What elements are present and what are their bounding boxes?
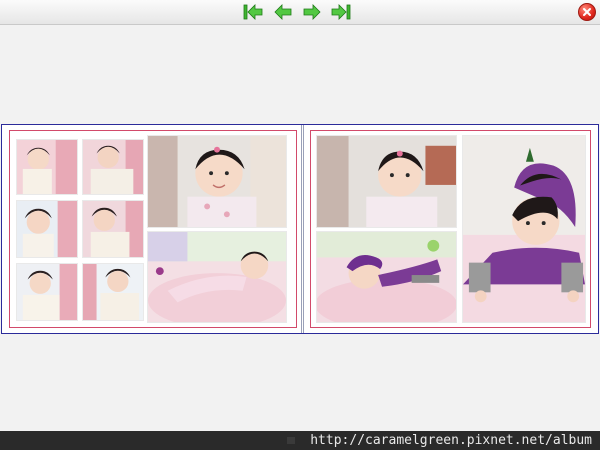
- photo-large[interactable]: [147, 135, 287, 228]
- album-url-link[interactable]: http://caramelgreen.pixnet.net/album: [310, 432, 592, 449]
- previous-page-button[interactable]: [272, 2, 294, 22]
- photo-thumbnail[interactable]: [16, 139, 78, 195]
- first-page-button[interactable]: [242, 2, 264, 22]
- url-bar-marker: [287, 437, 295, 444]
- close-icon: [583, 8, 591, 16]
- album-right-page[interactable]: [303, 125, 598, 333]
- next-page-button[interactable]: [301, 2, 323, 22]
- photo-thumbnail[interactable]: [82, 139, 144, 195]
- photo-thumbnail[interactable]: [82, 263, 144, 321]
- album-left-page[interactable]: [2, 125, 302, 333]
- next-page-icon: [303, 4, 321, 20]
- last-page-button[interactable]: [330, 2, 352, 22]
- last-page-icon: [331, 4, 351, 20]
- photo-thumbnail[interactable]: [82, 200, 144, 258]
- navigation-bar: [0, 0, 600, 25]
- photo-large[interactable]: [147, 231, 287, 323]
- photo-album-spread: [1, 124, 599, 334]
- photo-thumbnail[interactable]: [16, 263, 78, 321]
- url-bar: http://caramelgreen.pixnet.net/album: [0, 431, 600, 450]
- photo-tall[interactable]: [462, 135, 586, 323]
- photo-large[interactable]: [316, 135, 457, 228]
- previous-page-icon: [274, 4, 292, 20]
- close-button[interactable]: [578, 3, 596, 21]
- photo-thumbnail[interactable]: [16, 200, 78, 258]
- photo-large[interactable]: [316, 231, 457, 323]
- first-page-icon: [243, 4, 263, 20]
